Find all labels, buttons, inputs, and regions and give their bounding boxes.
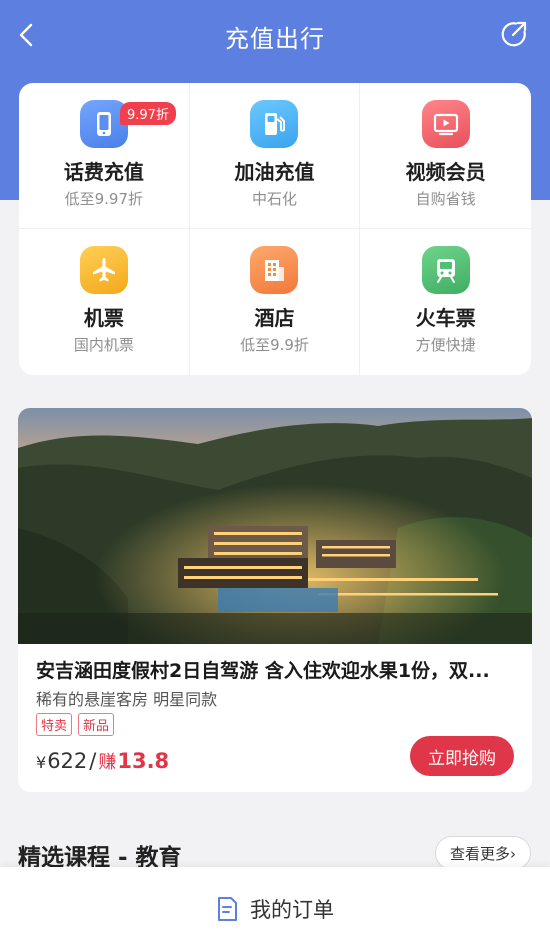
product-tags: 特卖 新品 [36, 713, 115, 736]
service-hotel[interactable]: 酒店 低至9.9折 [190, 229, 361, 375]
product-title: 安吉涵田度假村2日自驾游 含入住欢迎水果1份，双... [36, 660, 490, 682]
service-phone-recharge[interactable]: 9.97折 话费充值 低至9.97折 [19, 83, 190, 229]
order-list-icon [218, 897, 237, 921]
product-card[interactable]: 安吉涵田度假村2日自驾游 含入住欢迎水果1份，双... 稀有的悬崖客房 明星同款… [18, 408, 532, 792]
video-play-icon [421, 100, 470, 148]
earn-value: 13.8 [117, 749, 170, 773]
service-name: 话费充值 [63, 160, 144, 184]
share-icon[interactable] [500, 20, 528, 48]
bottom-bar[interactable]: 我的订单 [0, 867, 550, 951]
airplane-icon [79, 246, 128, 294]
service-name: 视频会员 [405, 160, 486, 184]
service-subtitle: 方便快捷 [415, 336, 476, 354]
service-name: 火车票 [415, 306, 476, 330]
discount-badge: 9.97折 [120, 102, 176, 125]
fuel-pump-icon [250, 100, 299, 148]
my-orders-label: 我的订单 [250, 898, 334, 922]
service-subtitle: 低至9.9折 [240, 336, 309, 354]
service-name: 酒店 [254, 306, 295, 330]
page-title: 充值出行 [225, 24, 325, 53]
earn-label: 赚 [98, 752, 117, 773]
price-row: ¥ 622 / 赚 13.8 [36, 748, 169, 774]
tag-special-sale: 特卖 [36, 713, 73, 736]
buy-now-button[interactable]: 立即抢购 [410, 736, 514, 776]
service-flight-tickets[interactable]: 机票 国内机票 [19, 229, 190, 375]
price-value: 622 [47, 749, 88, 773]
train-icon [421, 246, 470, 294]
service-grid: 9.97折 话费充值 低至9.97折 加油充值 中石化 视频会员 自购省钱 机票… [19, 83, 531, 375]
building-icon [250, 246, 299, 294]
tag-new: 新品 [78, 713, 115, 736]
service-name: 加油充值 [234, 160, 315, 184]
service-name: 机票 [83, 306, 124, 330]
view-more-button[interactable]: 查看更多› [435, 836, 531, 870]
service-fuel-recharge[interactable]: 加油充值 中石化 [189, 83, 361, 229]
service-train-tickets[interactable]: 火车票 方便快捷 [360, 229, 531, 375]
chevron-left-icon[interactable] [14, 22, 40, 48]
service-video-membership[interactable]: 视频会员 自购省钱 [360, 83, 531, 229]
service-subtitle: 中石化 [251, 190, 297, 208]
currency-symbol: ¥ [36, 753, 47, 772]
price-separator: / [89, 749, 97, 773]
service-subtitle: 自购省钱 [415, 190, 476, 208]
top-bar: 充值出行 [0, 0, 550, 72]
service-subtitle: 国内机票 [73, 336, 134, 354]
product-description: 稀有的悬崖客房 明星同款 [36, 690, 218, 709]
service-subtitle: 低至9.97折 [64, 190, 144, 208]
resort-photo[interactable] [18, 408, 532, 644]
